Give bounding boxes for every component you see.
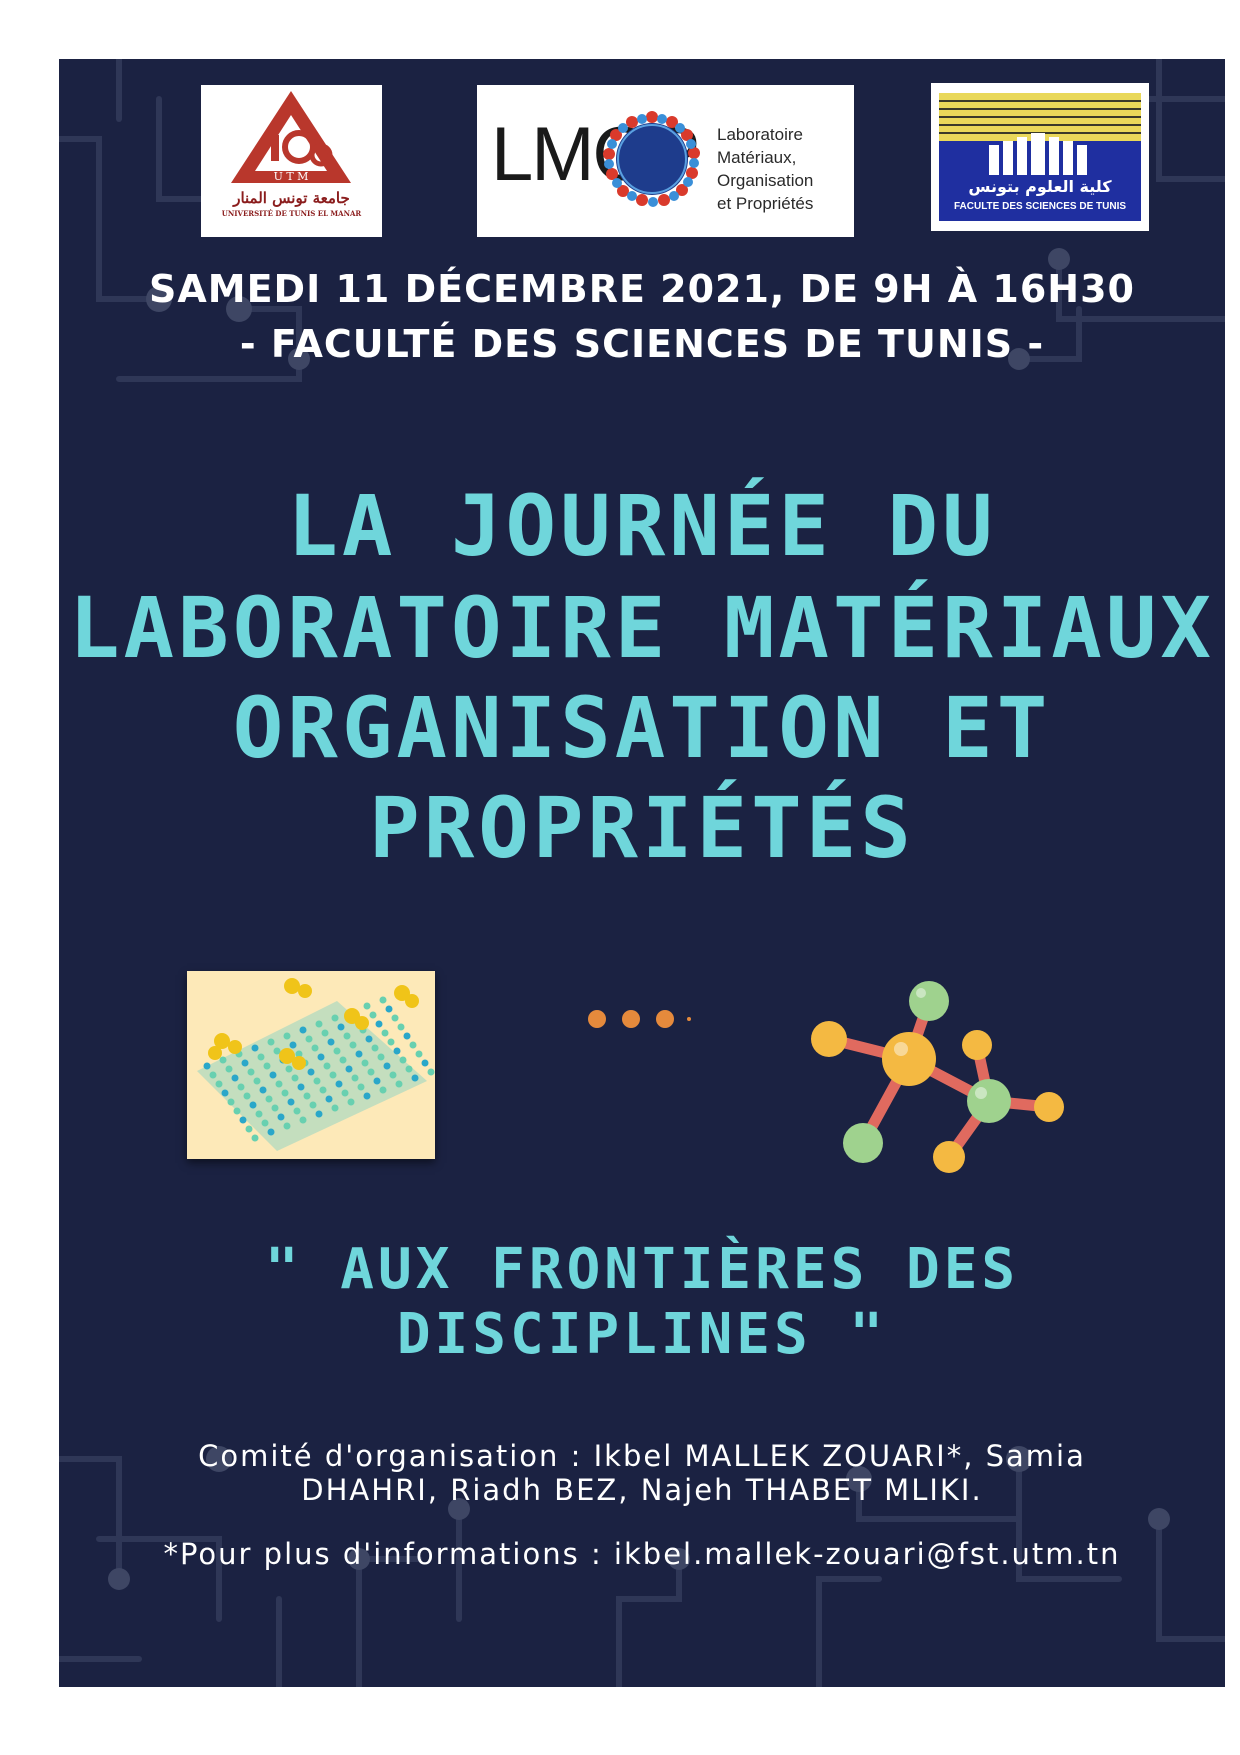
utm-logo: U T M جامعة تونس المنار UNIVERSITÉ DE TU… <box>201 85 382 237</box>
utm-name-french: UNIVERSITÉ DE TUNIS EL MANAR <box>221 209 362 218</box>
lmop-line-2: Matériaux, <box>717 148 797 167</box>
slogan: " AUX FRONTIÈRES DES DISCIPLINES " <box>264 1237 1020 1367</box>
fst-logo: كلية العلوم بتونس FACULTE DES SCIENCES D… <box>931 83 1149 231</box>
nanoparticle-icon <box>603 111 700 207</box>
utm-emblem-icon: U T M <box>231 91 351 183</box>
ellipsis-dots <box>588 1010 691 1028</box>
lmop-line-4: et Propriétés <box>717 194 814 213</box>
contact-info: *Pour plus d'informations : ikbel.mallek… <box>163 1537 1121 1571</box>
lmop-line-1: Laboratoire <box>717 125 804 144</box>
committee-line-1: Comité d'organisation : Ikbel MALLEK ZOU… <box>198 1439 1086 1473</box>
committee-line-2: DHAHRI, Riadh BEZ, Najeh THABET MLIKI. <box>301 1473 983 1507</box>
event-venue: - FACULTÉ DES SCIENCES DE TUNIS - <box>239 322 1045 366</box>
title-line-1: LA JOURNÉE DU <box>287 477 997 575</box>
poster: U T M جامعة تونس المنار UNIVERSITÉ DE TU… <box>59 59 1225 1687</box>
fst-name-arabic: كلية العلوم بتونس <box>968 177 1112 196</box>
svg-text:U T M: U T M <box>274 170 309 183</box>
title-line-3: ORGANISATION ET <box>232 679 1052 777</box>
lattice-illustration <box>187 971 435 1159</box>
event-date: SAMEDI 11 DÉCEMBRE 2021, DE 9H À 16H30 <box>149 267 1135 311</box>
fst-name-french: FACULTE DES SCIENCES DE TUNIS <box>953 201 1127 212</box>
lmop-line-3: Organisation <box>717 171 814 190</box>
molecule-icon <box>811 981 1064 1173</box>
utm-name-arabic: جامعة تونس المنار <box>233 189 350 207</box>
title-line-2: LABORATOIRE MATÉRIAUX <box>68 579 1216 677</box>
lmop-logo: LMOP Laboratoire Matériaux, Organisation… <box>477 85 854 237</box>
title-line-4: PROPRIÉTÉS <box>369 779 915 877</box>
